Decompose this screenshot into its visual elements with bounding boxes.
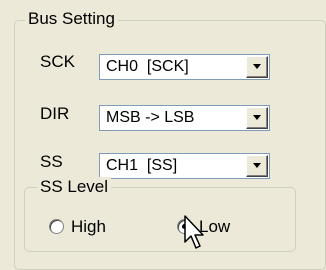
chevron-down-icon [253,163,261,168]
radio-unchecked-icon[interactable] [49,219,64,234]
ss-select-value: CH1 [SS] [106,157,178,174]
sck-select-value: CH0 [SCK] [106,58,189,75]
sck-select[interactable]: CH0 [SCK] [99,54,270,80]
ss-dropdown-button[interactable] [246,155,268,177]
ss-select[interactable]: CH1 [SS] [99,153,270,179]
ss-level-title: SS Level [37,177,112,197]
ss-label: SS [40,152,63,171]
ss-level-high-label[interactable]: High [71,217,106,237]
mouse-pointer-icon [184,215,204,249]
bus-setting-title: Bus Setting [25,9,118,29]
dir-select-value: MSB -> LSB [106,109,195,126]
ss-level-group: SS Level High Low [24,177,296,252]
chevron-down-icon [253,115,261,120]
dir-select[interactable]: MSB -> LSB [99,105,270,131]
dir-dropdown-button[interactable] [246,107,268,129]
sck-dropdown-button[interactable] [246,56,268,78]
chevron-down-icon [253,64,261,69]
sck-label: SCK [40,52,75,71]
dir-label: DIR [40,104,70,123]
